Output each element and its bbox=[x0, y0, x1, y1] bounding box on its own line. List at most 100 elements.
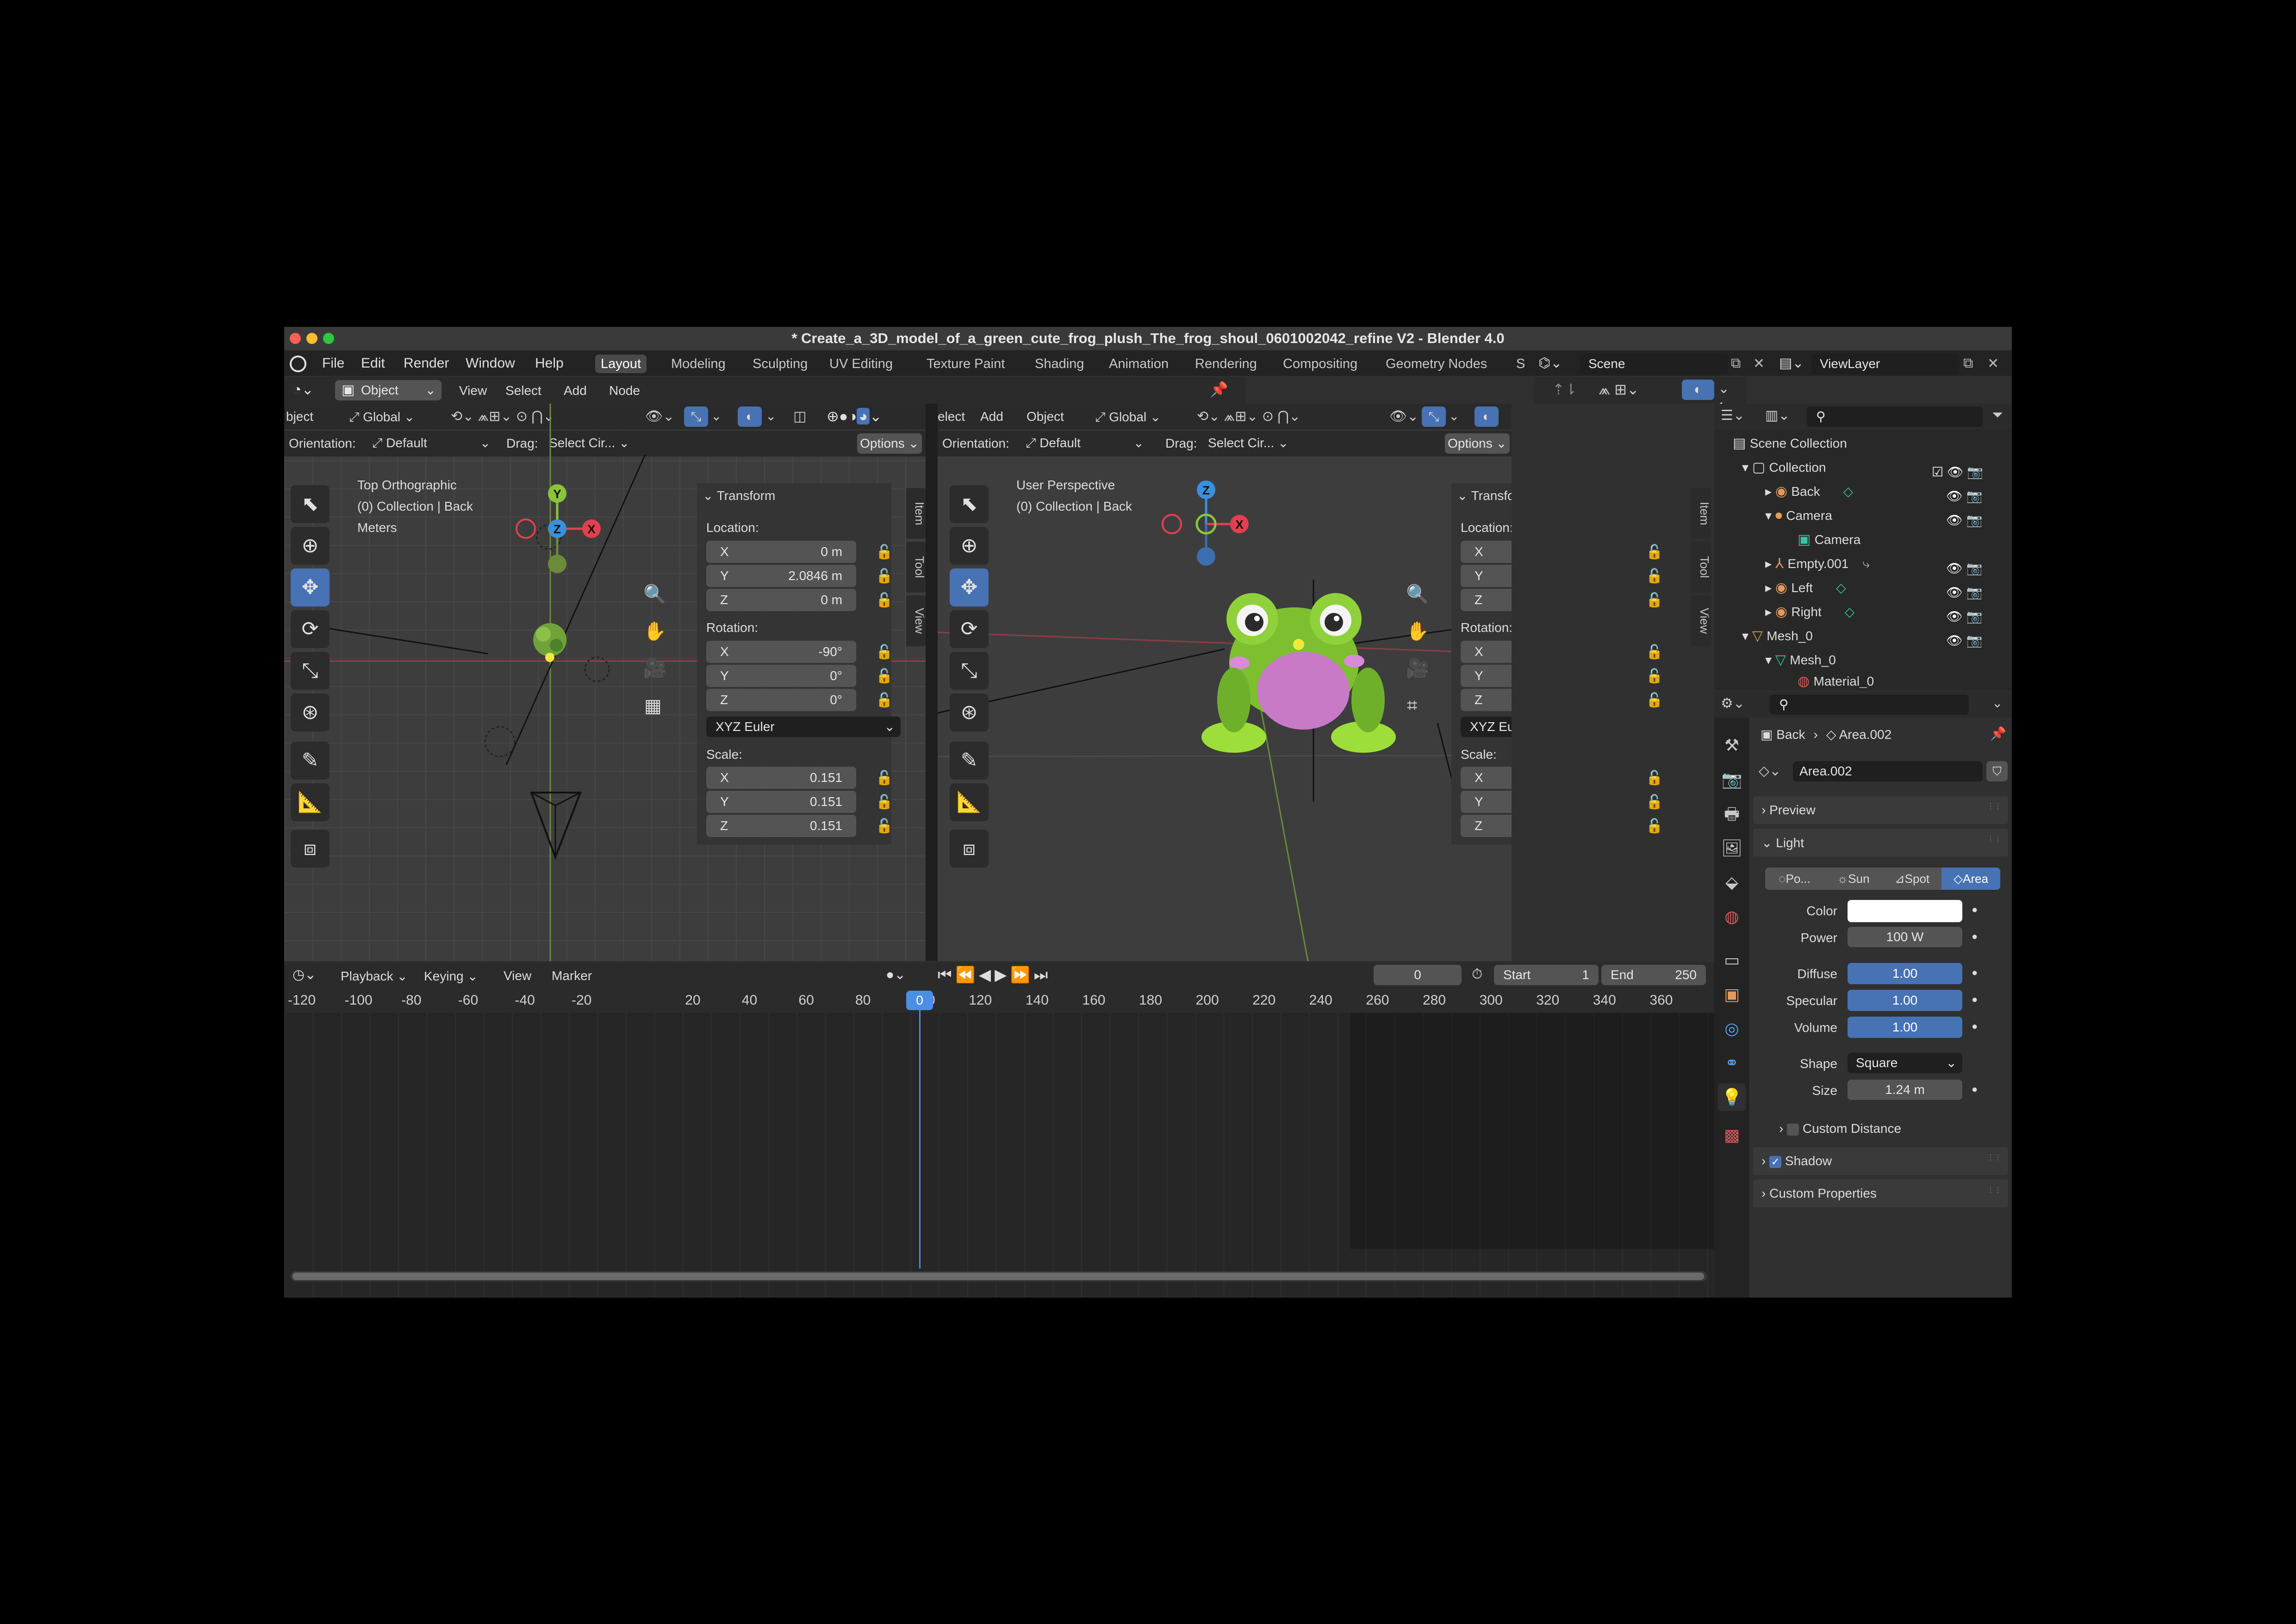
location-x-field[interactable]: X 0 m bbox=[706, 541, 856, 563]
scene-selector-icon[interactable]: ⌬⌄ bbox=[1538, 354, 1580, 373]
menu-file[interactable]: File bbox=[322, 356, 344, 370]
scale-tool-icon[interactable]: ⤡ bbox=[950, 652, 989, 690]
outliner-row-empty[interactable]: ▸ ⅄ Empty.001 ⤷ bbox=[1765, 552, 1870, 576]
light-data-tab-icon[interactable]: 💡 bbox=[1718, 1083, 1746, 1111]
lock-icon[interactable]: 🔓 bbox=[876, 644, 893, 660]
light-type-spot[interactable]: ⊿Spot bbox=[1883, 868, 1941, 890]
shadow-panel-header[interactable]: › ✓ Shadow ⋮⋮ bbox=[1753, 1147, 2008, 1175]
scale-y-field[interactable]: Y0.151 bbox=[1461, 791, 1512, 813]
lock-icon[interactable]: 🔓 bbox=[876, 568, 893, 584]
add-cube-tool-icon[interactable]: ⧈ bbox=[291, 830, 330, 868]
tab-tool[interactable]: Tool bbox=[1691, 542, 1711, 593]
scale-x-field[interactable]: X0.151 bbox=[1461, 767, 1512, 789]
tab-rendering[interactable]: Rendering bbox=[1189, 355, 1263, 373]
delete-scene-icon[interactable]: ✕ bbox=[1753, 356, 1765, 372]
transform-panel-header[interactable]: ⌄ Transform bbox=[703, 488, 775, 503]
keyframe-dot-icon[interactable]: ● bbox=[1972, 904, 1978, 916]
checkbox-unchecked[interactable] bbox=[1787, 1123, 1799, 1136]
custom-properties-panel-header[interactable]: › Custom Properties ⋮⋮ bbox=[1753, 1180, 2008, 1207]
outliner-row-material[interactable]: ◍ Material_0 bbox=[1798, 669, 1874, 688]
rotation-z-field[interactable]: Z0° bbox=[1461, 689, 1512, 711]
cursor-tool-icon[interactable]: ⊕ bbox=[950, 527, 989, 565]
scale-z-field[interactable]: Z0.151 bbox=[1461, 815, 1512, 837]
editor-type-icon[interactable]: ◔⌄ bbox=[292, 381, 314, 398]
object-mode-dropdown[interactable]: ▣ Object ⌄ bbox=[335, 380, 442, 400]
new-viewlayer-icon[interactable]: ⧉ bbox=[1963, 356, 1973, 371]
measure-tool-icon[interactable]: 📐 bbox=[950, 783, 989, 821]
lock-icon[interactable]: 🔓 bbox=[1646, 568, 1663, 584]
pan-hand-icon[interactable]: ✋ bbox=[1406, 620, 1429, 642]
diffuse-slider[interactable]: 1.00 bbox=[1848, 963, 1962, 984]
tab-uv-editing[interactable]: UV Editing bbox=[824, 355, 898, 373]
tab-shading[interactable]: Shading bbox=[1029, 355, 1089, 373]
color-swatch[interactable] bbox=[1848, 900, 1962, 922]
outliner-row-mesh0-data[interactable]: ▾ ▽ Mesh_0 bbox=[1765, 648, 1836, 672]
perspective-toggle-icon[interactable]: ⌗ bbox=[1407, 695, 1418, 716]
datablock-browse-icon[interactable]: ◇⌄ bbox=[1759, 763, 1781, 779]
transform-panel-header[interactable]: ⌄ Transform bbox=[1457, 488, 1512, 503]
lock-icon[interactable]: 🔓 bbox=[876, 544, 893, 560]
object-tab-icon[interactable]: ▣ bbox=[1718, 981, 1746, 1008]
power-field[interactable]: 100 W bbox=[1848, 927, 1962, 947]
rotate-tool-icon[interactable]: ⟳ bbox=[950, 610, 989, 648]
shape-dropdown[interactable]: Square ⌄ bbox=[1848, 1053, 1962, 1073]
timeline-scrollbar[interactable] bbox=[291, 1271, 1707, 1281]
camera-view-icon[interactable]: 🎥 bbox=[643, 657, 666, 679]
outliner-editor-type-icon[interactable]: ☰⌄ bbox=[1721, 407, 1745, 424]
tab-item[interactable]: Item bbox=[1691, 488, 1711, 539]
delete-viewlayer-icon[interactable]: ✕ bbox=[1987, 356, 1999, 372]
timeline-editor-type-icon[interactable]: ◷⌄ bbox=[292, 967, 316, 983]
lock-icon[interactable]: 🔓 bbox=[1646, 818, 1663, 834]
tab-animation[interactable]: Animation bbox=[1103, 355, 1174, 373]
menu-render[interactable]: Render bbox=[404, 356, 449, 370]
tab-sculpting[interactable]: Sculpting bbox=[747, 355, 813, 373]
tab-layout[interactable]: Layout bbox=[595, 355, 647, 373]
scene-tab-icon[interactable]: ⬙ bbox=[1718, 868, 1746, 896]
light-type-sun[interactable]: ☼Sun bbox=[1824, 868, 1883, 890]
timeline-menu-playback[interactable]: Playback ⌄ bbox=[341, 968, 408, 984]
menu-edit[interactable]: Edit bbox=[361, 356, 385, 370]
lock-icon[interactable]: 🔓 bbox=[1646, 770, 1663, 786]
volume-slider[interactable]: 1.00 bbox=[1848, 1017, 1962, 1038]
pan-hand-icon[interactable]: ✋ bbox=[643, 620, 666, 642]
playback-controls[interactable]: ⏮⏪◀▶⏩⏭ bbox=[938, 966, 1052, 984]
viewlayer-selector-icon[interactable]: ▤⌄ bbox=[1779, 354, 1811, 373]
size-field[interactable]: 1.24 m bbox=[1848, 1080, 1962, 1100]
outliner-search-input[interactable]: ⚲ bbox=[1807, 406, 1983, 427]
measure-tool-icon[interactable]: 📐 bbox=[291, 783, 330, 821]
start-frame-field[interactable]: Start 1 bbox=[1494, 965, 1599, 985]
viewlayer-field[interactable]: ViewLayer bbox=[1811, 354, 1960, 374]
location-z-field[interactable]: Z 0 m bbox=[706, 589, 856, 611]
header-menu-add[interactable]: Add bbox=[564, 383, 587, 398]
rotation-mode-dropdown[interactable]: XYZ Euler⌄ bbox=[1461, 717, 1512, 737]
header-menu-view[interactable]: View bbox=[459, 383, 487, 398]
texture-tab-icon[interactable]: ▩ bbox=[1718, 1121, 1746, 1149]
scene-field[interactable]: Scene bbox=[1580, 354, 1728, 374]
pin-icon[interactable]: 📌 bbox=[1990, 726, 2006, 741]
end-frame-field[interactable]: End 250 bbox=[1601, 965, 1706, 985]
viewport-left[interactable]: bject ⤢ Global ⌄ ⟲⌄ ⩕⊞⌄ ⊙ ⋂⌄ 👁⌄ ⤡ ⌄ ◐ ⌄ … bbox=[284, 404, 926, 961]
rotation-y-field[interactable]: Y0° bbox=[706, 665, 856, 687]
auto-keying-icon[interactable]: ●⌄ bbox=[886, 967, 906, 983]
lock-icon[interactable]: 🔓 bbox=[876, 770, 893, 786]
header-menu-select[interactable]: Select bbox=[505, 383, 541, 398]
outliner-row-mesh0[interactable]: ▾ ▽ Mesh_0 bbox=[1742, 624, 1813, 648]
rotation-x-field[interactable]: X-90° bbox=[1461, 641, 1512, 663]
tab-texture-paint[interactable]: Texture Paint bbox=[921, 355, 1010, 373]
blender-logo-icon[interactable] bbox=[290, 356, 306, 372]
menu-window[interactable]: Window bbox=[466, 356, 515, 370]
rotation-y-field[interactable]: Y0° bbox=[1461, 665, 1512, 687]
tab-item[interactable]: Item bbox=[906, 488, 926, 539]
timeline-ruler[interactable]: -120-100-80-60-40-2020406080100120140160… bbox=[284, 988, 1714, 1013]
tool-tab-icon[interactable]: ⚒ bbox=[1718, 731, 1746, 759]
light-type-area[interactable]: ◇Area bbox=[1941, 868, 2000, 890]
physics-tab-icon[interactable]: ◎ bbox=[1718, 1015, 1746, 1043]
scale-x-field[interactable]: X0.151 bbox=[706, 767, 856, 789]
annotate-tool-icon[interactable]: ✎ bbox=[291, 742, 330, 780]
location-y-field[interactable]: Y2.0846 m bbox=[1461, 565, 1512, 587]
keyframe-dot-icon[interactable]: ● bbox=[1972, 1020, 1978, 1032]
light-panel-header[interactable]: ⌄ Light ⋮⋮ bbox=[1753, 829, 2008, 856]
add-cube-tool-icon[interactable]: ⧈ bbox=[950, 830, 989, 868]
cursor-tool-icon[interactable]: ⊕ bbox=[291, 527, 330, 565]
constraints-tab-icon[interactable]: ⚭ bbox=[1718, 1049, 1746, 1077]
